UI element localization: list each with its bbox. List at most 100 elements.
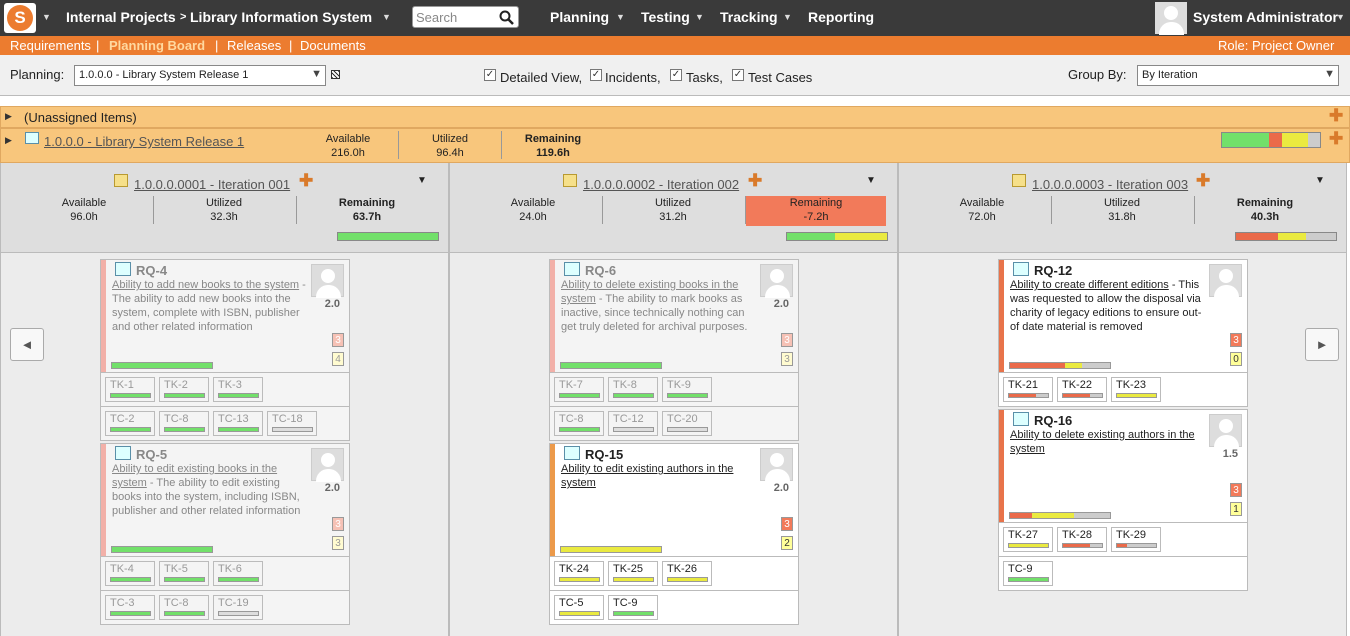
subnav-releases[interactable]: Releases bbox=[227, 38, 281, 53]
testing-caret-icon[interactable]: ▼ bbox=[695, 12, 704, 22]
add-icon[interactable]: ✚ bbox=[1329, 106, 1343, 126]
app-logo[interactable]: S bbox=[4, 3, 36, 33]
incident-count-badge[interactable]: 3 bbox=[781, 333, 793, 347]
requirement-card[interactable]: RQ-16 Ability to delete existing authors… bbox=[998, 409, 1248, 591]
nav-tracking[interactable]: Tracking bbox=[720, 9, 778, 25]
logo-menu-caret-icon[interactable]: ▼ bbox=[42, 12, 51, 22]
subnav-documents[interactable]: Documents bbox=[300, 38, 366, 53]
current-project[interactable]: Library Information System bbox=[190, 9, 372, 25]
tasks-checkbox[interactable]: ✓ bbox=[670, 69, 682, 81]
requirement-id[interactable]: RQ-5 bbox=[136, 447, 167, 462]
task-chip[interactable]: TK-22 bbox=[1057, 377, 1107, 402]
iteration-menu-caret-icon[interactable]: ▼ bbox=[1315, 175, 1325, 186]
add-icon[interactable]: ✚ bbox=[299, 171, 313, 191]
task-chip[interactable]: TK-28 bbox=[1057, 527, 1107, 552]
test-case-chip[interactable]: TC-13 bbox=[213, 411, 263, 436]
task-count-badge[interactable]: 0 bbox=[1230, 352, 1242, 366]
incident-count-badge[interactable]: 3 bbox=[332, 517, 344, 531]
requirement-card[interactable]: RQ-5 Ability to edit existing books in t… bbox=[100, 443, 350, 625]
test-case-chip[interactable]: TC-20 bbox=[662, 411, 712, 436]
unassigned-items-row[interactable]: ▶ (Unassigned Items) ✚ bbox=[0, 106, 1350, 128]
task-chip[interactable]: TK-24 bbox=[554, 561, 604, 586]
iteration-title[interactable]: 1.0.0.0.0002 - Iteration 002 bbox=[583, 177, 739, 192]
task-chip[interactable]: TK-9 bbox=[662, 377, 712, 402]
test-case-chip[interactable]: TC-19 bbox=[213, 595, 263, 620]
task-count-badge[interactable]: 2 bbox=[781, 536, 793, 550]
planning-select[interactable]: 1.0.0.0 - Library System Release 1 ▼ bbox=[74, 65, 326, 86]
requirement-id[interactable]: RQ-15 bbox=[585, 447, 623, 462]
expand-arrow-icon[interactable]: ▶ bbox=[5, 111, 12, 122]
test-cases-checkbox[interactable]: ✓ bbox=[732, 69, 744, 81]
requirement-card[interactable]: RQ-15 Ability to edit existing authors i… bbox=[549, 443, 799, 625]
release-title[interactable]: 1.0.0.0 - Library System Release 1 bbox=[44, 134, 244, 149]
iteration-title[interactable]: 1.0.0.0.0003 - Iteration 003 bbox=[1032, 177, 1188, 192]
task-chip[interactable]: TK-29 bbox=[1111, 527, 1161, 552]
iteration-title[interactable]: 1.0.0.0.0001 - Iteration 001 bbox=[134, 177, 290, 192]
previous-button[interactable]: ◄ bbox=[10, 328, 44, 361]
nav-reporting[interactable]: Reporting bbox=[808, 9, 874, 25]
task-chip[interactable]: TK-1 bbox=[105, 377, 155, 402]
task-chip[interactable]: TK-25 bbox=[608, 561, 658, 586]
requirement-id[interactable]: RQ-16 bbox=[1034, 413, 1072, 428]
requirement-id[interactable]: RQ-4 bbox=[136, 263, 167, 278]
add-icon[interactable]: ✚ bbox=[1196, 171, 1210, 191]
requirement-card[interactable]: RQ-6 Ability to delete existing books in… bbox=[549, 259, 799, 441]
group-by-select[interactable]: By Iteration ▼ bbox=[1137, 65, 1339, 86]
task-chip[interactable]: TK-3 bbox=[213, 377, 263, 402]
subnav-requirements[interactable]: Requirements bbox=[10, 38, 91, 53]
requirement-link[interactable]: Ability to create different editions bbox=[1010, 279, 1169, 291]
requirement-id[interactable]: RQ-12 bbox=[1034, 263, 1072, 278]
project-caret-icon[interactable]: ▼ bbox=[382, 12, 391, 22]
iteration-menu-caret-icon[interactable]: ▼ bbox=[417, 175, 427, 186]
task-chip[interactable]: TK-4 bbox=[105, 561, 155, 586]
task-count-badge[interactable]: 3 bbox=[332, 536, 344, 550]
planning-caret-icon[interactable]: ▼ bbox=[616, 12, 625, 22]
subnav-planning-board[interactable]: Planning Board bbox=[109, 38, 205, 53]
detailed-view-checkbox[interactable]: ✓ bbox=[484, 69, 496, 81]
requirement-card[interactable]: RQ-4 Ability to add new books to the sys… bbox=[100, 259, 350, 441]
expand-icon[interactable] bbox=[331, 70, 340, 79]
iteration-menu-caret-icon[interactable]: ▼ bbox=[866, 175, 876, 186]
requirement-link[interactable]: Ability to edit existing authors in the … bbox=[561, 463, 733, 489]
search-box[interactable]: Search bbox=[412, 6, 519, 28]
tracking-caret-icon[interactable]: ▼ bbox=[783, 12, 792, 22]
nav-planning[interactable]: Planning bbox=[550, 9, 609, 25]
search-icon[interactable] bbox=[499, 10, 514, 25]
task-chip[interactable]: TK-23 bbox=[1111, 377, 1161, 402]
test-case-chip[interactable]: TC-3 bbox=[105, 595, 155, 620]
incident-count-badge[interactable]: 3 bbox=[332, 333, 344, 347]
incidents-checkbox[interactable]: ✓ bbox=[590, 69, 602, 81]
requirement-id[interactable]: RQ-6 bbox=[585, 263, 616, 278]
add-icon[interactable]: ✚ bbox=[748, 171, 762, 191]
requirement-link[interactable]: Ability to delete existing authors in th… bbox=[1010, 429, 1195, 455]
requirement-link[interactable]: Ability to add new books to the system bbox=[112, 279, 299, 291]
project-menu[interactable]: Internal Projects bbox=[66, 9, 176, 25]
incident-count-badge[interactable]: 3 bbox=[1230, 483, 1242, 497]
task-chip[interactable]: TK-2 bbox=[159, 377, 209, 402]
test-case-chip[interactable]: TC-8 bbox=[159, 411, 209, 436]
task-chip[interactable]: TK-7 bbox=[554, 377, 604, 402]
incident-count-badge[interactable]: 3 bbox=[1230, 333, 1242, 347]
search-input[interactable]: Search bbox=[416, 10, 457, 25]
task-count-badge[interactable]: 1 bbox=[1230, 502, 1242, 516]
next-button[interactable]: ► bbox=[1305, 328, 1339, 361]
test-case-chip[interactable]: TC-12 bbox=[608, 411, 658, 436]
test-case-chip[interactable]: TC-9 bbox=[608, 595, 658, 620]
requirement-card[interactable]: RQ-12 Ability to create different editio… bbox=[998, 259, 1248, 407]
add-icon[interactable]: ✚ bbox=[1329, 129, 1343, 149]
incident-count-badge[interactable]: 3 bbox=[781, 517, 793, 531]
test-case-chip[interactable]: TC-8 bbox=[159, 595, 209, 620]
expand-arrow-icon[interactable]: ▶ bbox=[5, 135, 12, 146]
task-chip[interactable]: TK-5 bbox=[159, 561, 209, 586]
task-chip[interactable]: TK-6 bbox=[213, 561, 263, 586]
task-count-badge[interactable]: 3 bbox=[781, 352, 793, 366]
user-name[interactable]: System Administrator bbox=[1193, 9, 1338, 25]
task-chip[interactable]: TK-8 bbox=[608, 377, 658, 402]
test-case-chip[interactable]: TC-5 bbox=[554, 595, 604, 620]
nav-testing[interactable]: Testing bbox=[641, 9, 690, 25]
task-chip[interactable]: TK-21 bbox=[1003, 377, 1053, 402]
user-caret-icon[interactable]: ▼ bbox=[1336, 12, 1345, 22]
test-case-chip[interactable]: TC-9 bbox=[1003, 561, 1053, 586]
task-chip[interactable]: TK-27 bbox=[1003, 527, 1053, 552]
task-chip[interactable]: TK-26 bbox=[662, 561, 712, 586]
